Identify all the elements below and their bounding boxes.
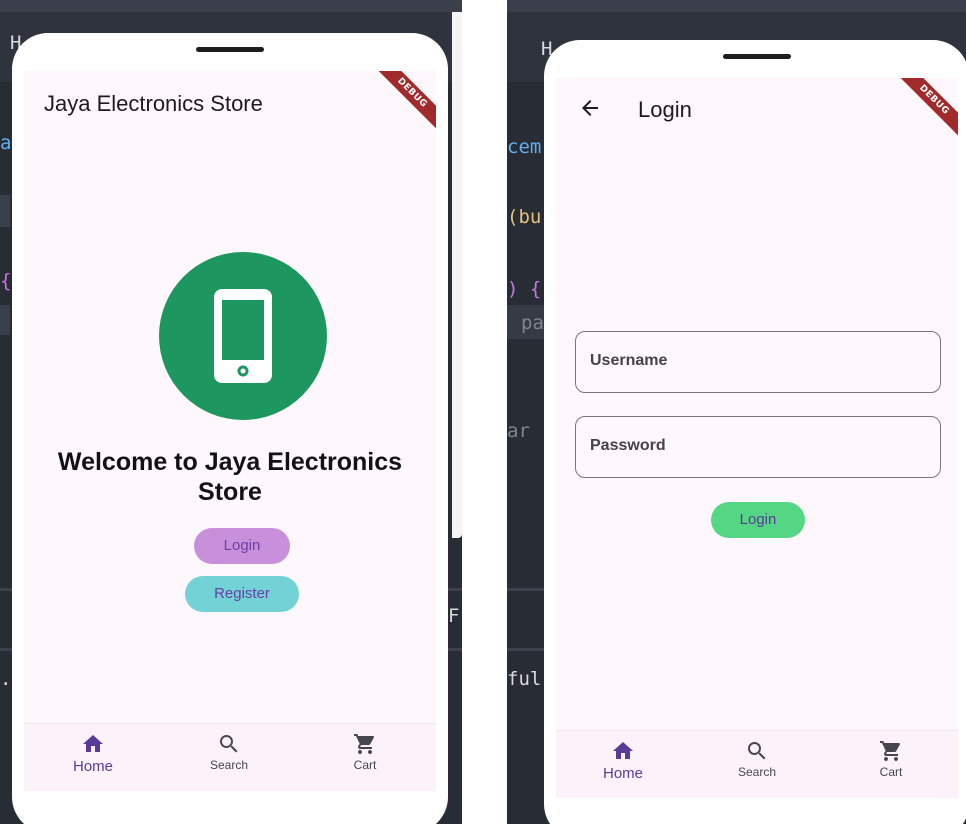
ide-code-fragment: (bu — [507, 206, 542, 228]
cart-icon — [354, 734, 375, 754]
nav-item-search[interactable]: Search — [692, 731, 822, 798]
home-login-button[interactable]: Login — [194, 528, 290, 564]
ide-code-fragment: . — [0, 668, 12, 690]
phone-login: DEBUG Login Username Password Login Home… — [544, 40, 966, 824]
desktop-stage: H a { F . H cem (bu ) { pa ar ful DEBUG … — [0, 0, 966, 824]
nav-label-search: Search — [737, 765, 777, 779]
ide-code-fragment: ar — [507, 420, 530, 442]
welcome-heading: Welcome to Jaya Electronics Store — [57, 448, 403, 506]
nav-label-home: Home — [602, 765, 643, 782]
debug-ribbon: DEBUG — [892, 78, 958, 142]
home-icon — [83, 735, 103, 752]
password-field[interactable]: Password — [575, 416, 941, 478]
nav-item-cart[interactable]: Cart — [300, 724, 430, 791]
ide-code-fragment: a — [0, 132, 12, 154]
home-icon — [613, 742, 633, 759]
bottom-navigation: Home Search Cart — [24, 723, 436, 791]
ide-top-strip — [0, 0, 462, 12]
phone-notch — [196, 47, 264, 52]
home-appbar-title: Jaya Electronics Store — [44, 91, 263, 116]
store-logo — [158, 251, 328, 421]
username-placeholder: Username — [590, 352, 668, 369]
phone-home: DEBUG Jaya Electronics Store Welcome to … — [12, 33, 448, 824]
ide-code-fragment: ful — [507, 668, 542, 690]
login-screen: DEBUG Login Username Password Login Home… — [556, 78, 958, 798]
nav-item-home[interactable]: Home — [28, 724, 158, 791]
ide-top-strip — [507, 0, 966, 12]
search-icon — [220, 735, 238, 753]
phone-logo-icon — [159, 252, 327, 420]
ide-code-fragment: pa — [521, 312, 544, 334]
nav-item-search[interactable]: Search — [164, 724, 294, 791]
cart-icon — [880, 741, 901, 761]
username-field[interactable]: Username — [575, 331, 941, 393]
nav-label-cart: Cart — [353, 758, 377, 772]
ide-code-fragment: cem — [507, 136, 542, 158]
ide-code-fragment: F — [448, 605, 460, 627]
back-arrow-icon[interactable] — [578, 96, 602, 120]
ide-gutter — [0, 305, 10, 335]
login-button[interactable]: Login — [711, 502, 805, 538]
ide-side-panel — [452, 12, 462, 538]
register-button[interactable]: Register — [185, 576, 299, 612]
phone-notch — [722, 54, 791, 59]
debug-ribbon: DEBUG — [370, 71, 436, 135]
nav-item-home[interactable]: Home — [558, 731, 688, 798]
nav-item-cart[interactable]: Cart — [826, 731, 956, 798]
bottom-navigation: Home Search Cart — [556, 730, 958, 798]
ide-gutter — [0, 195, 10, 227]
nav-label-cart: Cart — [879, 765, 903, 779]
ide-code-fragment: ) { — [507, 278, 542, 300]
password-placeholder: Password — [590, 437, 666, 454]
ide-code-fragment: { — [0, 270, 12, 292]
nav-label-search: Search — [209, 758, 249, 772]
home-screen: DEBUG Jaya Electronics Store Welcome to … — [24, 71, 436, 791]
nav-label-home: Home — [72, 758, 113, 775]
search-icon — [748, 742, 766, 760]
login-appbar-title: Login — [638, 97, 692, 122]
